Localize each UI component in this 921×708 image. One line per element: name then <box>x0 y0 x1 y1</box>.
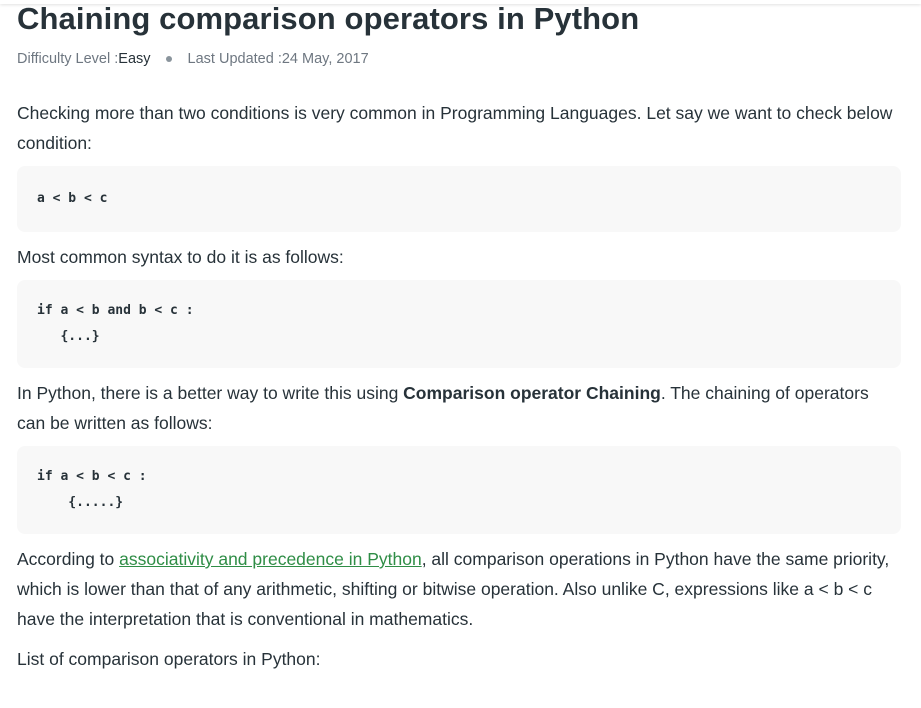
paragraph-operator-list: List of comparison operators in Python: <box>17 649 321 669</box>
article-meta: Difficulty Level : Easy Last Updated : 2… <box>17 51 901 67</box>
code-block-chained: if a < b < c : {.....} <box>17 446 901 534</box>
associativity-link[interactable]: associativity and precedence in Python <box>119 549 422 569</box>
precedence-text-before: According to <box>17 549 120 569</box>
difficulty-value: Easy <box>118 51 151 67</box>
code-line: if a < b and b < c : <box>37 303 194 318</box>
chaining-text-before: In Python, there is a better way to writ… <box>17 383 404 403</box>
updated-value: 24 May, 2017 <box>281 51 369 67</box>
article: Chaining comparison operators in Python … <box>0 0 921 674</box>
code-line: if a < b < c : <box>37 469 147 484</box>
article-content: Checking more than two conditions is ver… <box>17 98 901 674</box>
article-title: Chaining comparison operators in Python <box>17 1 640 36</box>
code-line: {...} <box>37 329 100 344</box>
separator-dot-icon <box>165 56 172 62</box>
code-line: a < b < c <box>37 191 108 206</box>
code-block-condition: a < b < c <box>17 166 901 232</box>
difficulty-label: Difficulty Level : <box>17 51 119 67</box>
code-line: {.....} <box>37 495 124 510</box>
paragraph-precedence: According to associativity and precedenc… <box>17 544 901 634</box>
chaining-bold-term: Comparison operator Chaining <box>403 383 661 403</box>
updated-label: Last Updated : <box>187 51 282 67</box>
code-block-and-syntax: if a < b and b < c : {...} <box>17 280 901 368</box>
paragraph-common-syntax: Most common syntax to do it is as follow… <box>17 247 344 267</box>
paragraph-intro: Checking more than two conditions is ver… <box>17 103 893 153</box>
paragraph-chaining: In Python, there is a better way to writ… <box>17 378 901 438</box>
